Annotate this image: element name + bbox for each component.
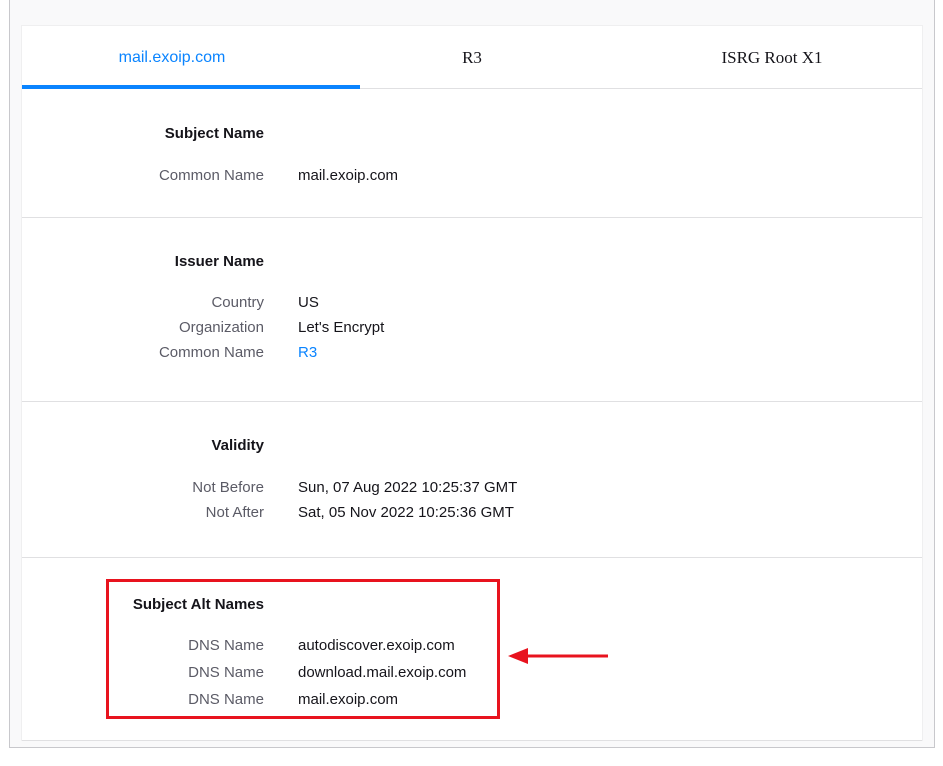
field-row: Common Name mail.exoip.com bbox=[22, 167, 922, 191]
field-label: Not After bbox=[205, 504, 264, 521]
tab-mail-exoip-com[interactable]: mail.exoip.com bbox=[22, 26, 360, 89]
section-title: Validity bbox=[211, 437, 264, 454]
field-value: Sun, 07 Aug 2022 10:25:37 GMT bbox=[298, 479, 518, 496]
field-row: Not After Sat, 05 Nov 2022 10:25:36 GMT bbox=[22, 504, 922, 528]
tab-label: ISRG Root X1 bbox=[721, 48, 823, 67]
certificate-tabs: mail.exoip.com R3 ISRG Root X1 bbox=[22, 26, 922, 89]
field-value: Sat, 05 Nov 2022 10:25:36 GMT bbox=[298, 504, 514, 521]
annotation-arrow-icon bbox=[508, 648, 608, 664]
field-label: Not Before bbox=[192, 479, 264, 496]
validity-section: Validity Not Before Sun, 07 Aug 2022 10:… bbox=[22, 402, 922, 558]
field-value: mail.exoip.com bbox=[298, 167, 399, 184]
section-title: Issuer Name bbox=[174, 253, 264, 270]
field-label: Country bbox=[211, 294, 264, 311]
field-value: Let's Encrypt bbox=[298, 319, 385, 336]
field-row: Common Name R3 bbox=[22, 344, 922, 368]
tab-label: mail.exoip.com bbox=[118, 49, 226, 66]
tab-r3[interactable]: R3 bbox=[322, 26, 622, 88]
field-row: Not Before Sun, 07 Aug 2022 10:25:37 GMT bbox=[22, 479, 922, 503]
field-label: Common Name bbox=[158, 344, 264, 361]
tab-isrg-root-x1[interactable]: ISRG Root X1 bbox=[622, 26, 922, 88]
highlight-box bbox=[106, 579, 500, 719]
issuer-name-section: Issuer Name Country US Organization Let'… bbox=[22, 218, 922, 402]
field-label: Common Name bbox=[158, 167, 264, 184]
field-label: Organization bbox=[178, 319, 264, 336]
field-row: Organization Let's Encrypt bbox=[22, 319, 922, 343]
field-value: US bbox=[298, 294, 319, 311]
field-row: Country US bbox=[22, 294, 922, 318]
tab-label: R3 bbox=[462, 48, 482, 67]
section-title: Subject Name bbox=[164, 125, 264, 142]
subject-name-section: Subject Name Common Name mail.exoip.com bbox=[22, 89, 922, 218]
issuer-common-name-link[interactable]: R3 bbox=[298, 344, 317, 361]
